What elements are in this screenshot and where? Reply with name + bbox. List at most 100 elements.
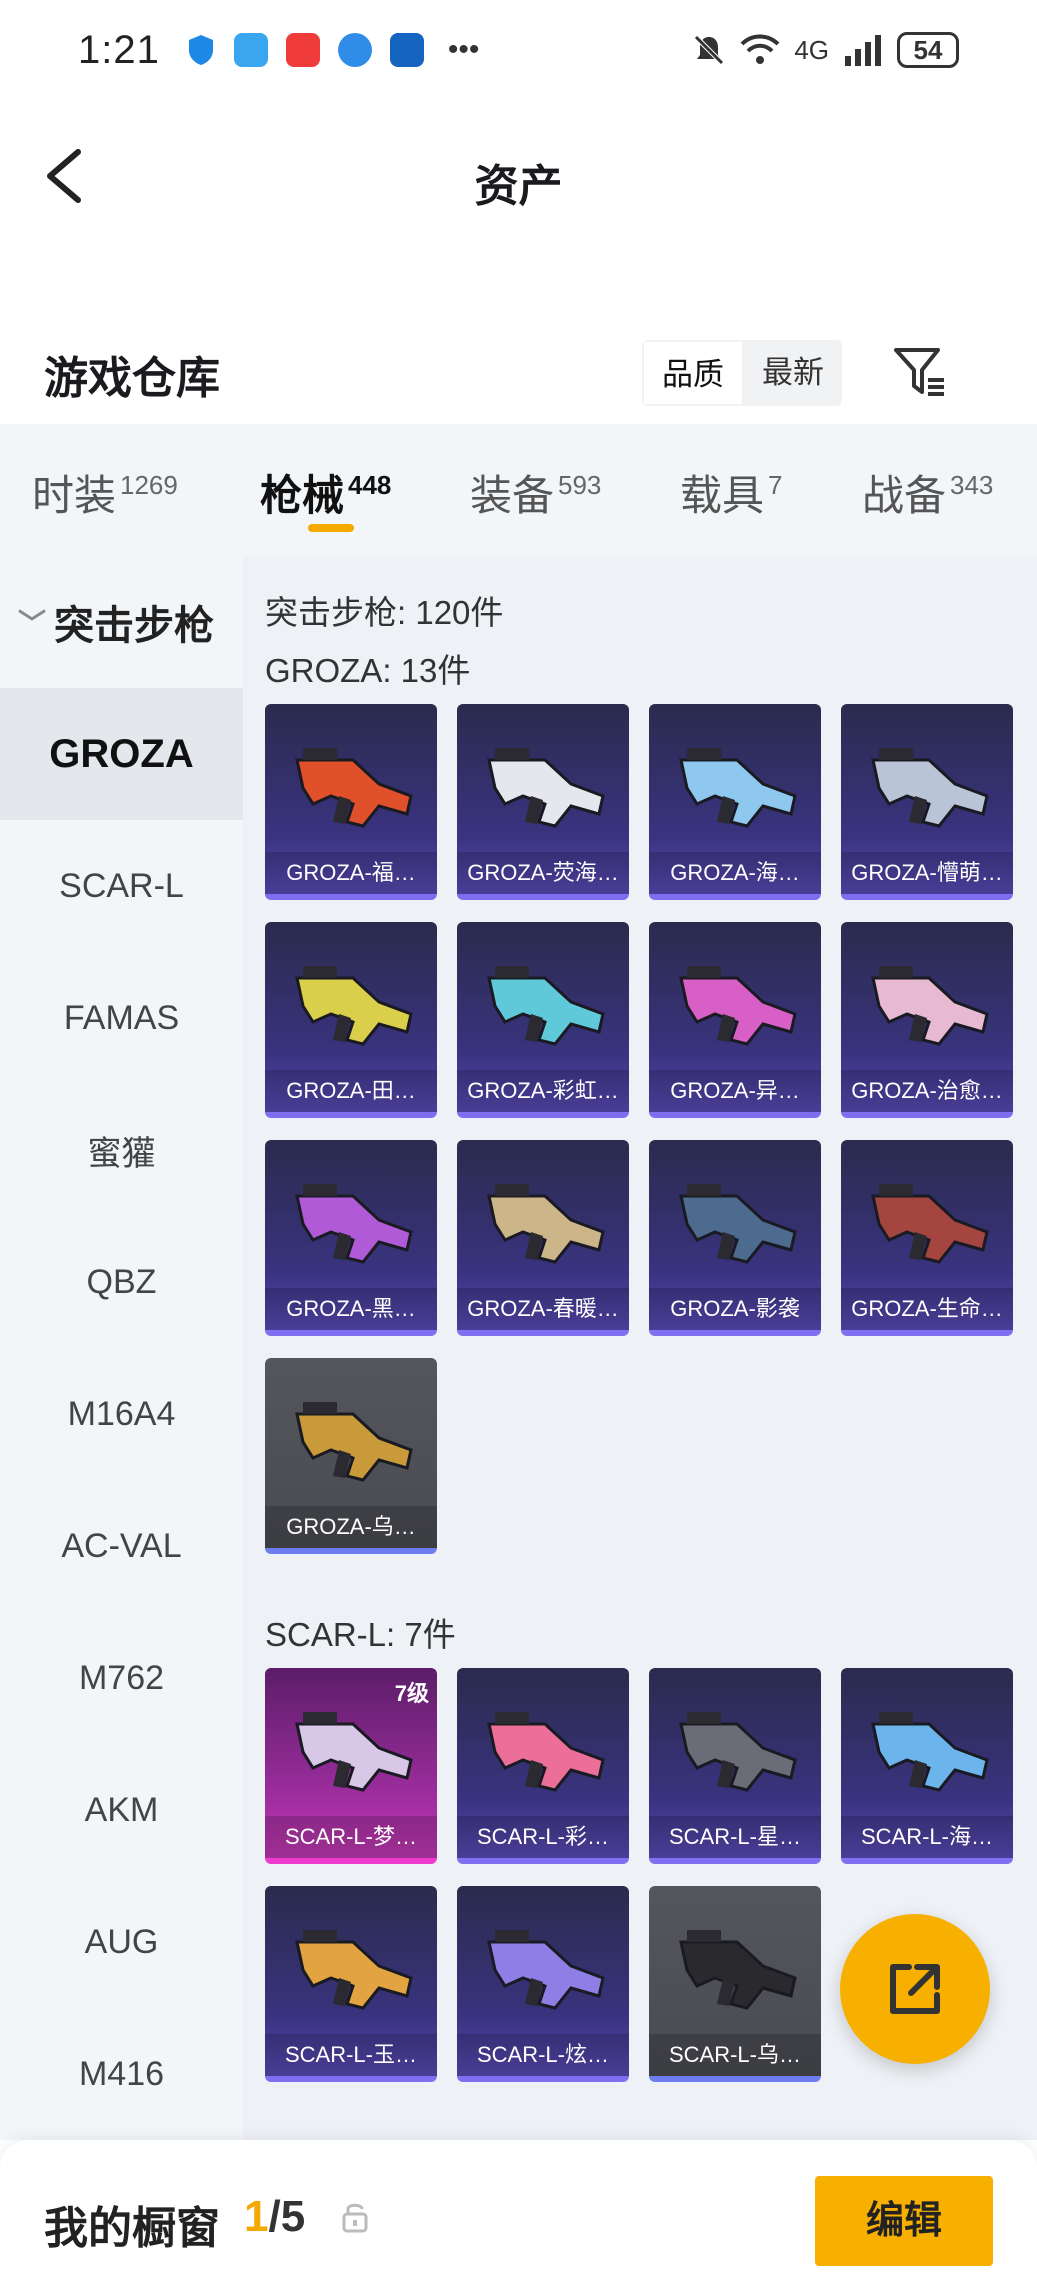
- skin-name: SCAR-L-海…: [841, 1816, 1013, 1858]
- sidebar-item[interactable]: M762: [0, 1612, 243, 1744]
- weapon-sidebar: ﹀ 突击步枪 GROZA SCAR-L FAMAS 蜜獾 QBZ M16A4 AC-VAL M…: [0, 556, 243, 2140]
- skin-card[interactable]: GROZA-彩虹…: [457, 922, 629, 1118]
- skin-card[interactable]: GROZA-懵萌…: [841, 704, 1013, 900]
- gun-skin-image: [487, 1184, 605, 1264]
- skin-name: SCAR-L-彩…: [457, 1816, 629, 1858]
- sidebar-list: GROZA SCAR-L FAMAS 蜜獾 QBZ M16A4 AC-VAL M762 AKM A…: [0, 688, 243, 2140]
- share-fab-button[interactable]: [840, 1914, 990, 2064]
- skin-name: GROZA-荧海…: [457, 852, 629, 894]
- sidebar-item[interactable]: QBZ: [0, 1216, 243, 1348]
- gun-skin-image: [679, 1712, 797, 1792]
- sidebar-item[interactable]: GROZA: [0, 688, 243, 820]
- gun-skin-image: [679, 966, 797, 1046]
- skin-card[interactable]: SCAR-L-海…: [841, 1668, 1013, 1864]
- chevron-down-icon: ﹀: [18, 608, 47, 639]
- skin-card[interactable]: GROZA-福…: [265, 704, 437, 900]
- gun-skin-image: [295, 748, 413, 828]
- mute-bell-icon: [694, 35, 725, 65]
- skin-card[interactable]: SCAR-L-彩…: [457, 1668, 629, 1864]
- app-icon-red: [285, 33, 320, 67]
- sidebar-category-label: 突击步枪: [54, 604, 215, 648]
- page-title: 资产: [474, 162, 563, 211]
- category-summary: 突击步枪: 120件: [265, 594, 504, 631]
- showcase-count-total: /5: [268, 2192, 306, 2241]
- filter-icon[interactable]: [890, 342, 950, 402]
- sidebar-item[interactable]: AUG: [0, 1876, 243, 2008]
- app-icon-blue: [233, 33, 268, 67]
- tab-guns[interactable]: 枪械 448: [260, 462, 391, 523]
- gun-skin-image: [295, 966, 413, 1046]
- skin-name: GROZA-春暖…: [457, 1288, 629, 1330]
- status-bar: 1:21 ••• 4G 54: [0, 0, 1037, 100]
- active-tab-indicator: [308, 524, 354, 532]
- gun-skin-image: [871, 1184, 989, 1264]
- sidebar-item[interactable]: AC-VAL: [0, 1480, 243, 1612]
- skin-name: GROZA-生命…: [841, 1288, 1013, 1330]
- gun-skin-image: [487, 966, 605, 1046]
- skin-name: GROZA-影袭: [649, 1288, 821, 1330]
- gun-skin-image: [295, 1930, 413, 2010]
- skin-card[interactable]: GROZA-海…: [649, 704, 821, 900]
- status-time: 1:21: [78, 27, 160, 72]
- sidebar-item[interactable]: FAMAS: [0, 952, 243, 1084]
- edit-button[interactable]: 编辑: [815, 2176, 993, 2266]
- battery-icon: 54: [897, 32, 959, 68]
- sidebar-item[interactable]: AKM: [0, 1744, 243, 1876]
- skin-name: SCAR-L-梦…: [265, 1816, 437, 1858]
- sort-quality-button[interactable]: 品质: [642, 340, 744, 406]
- sidebar-item[interactable]: SCAR-L: [0, 820, 243, 952]
- signal-icon: [845, 35, 881, 66]
- gun-skin-image: [679, 1184, 797, 1264]
- skin-name: GROZA-福…: [265, 852, 437, 894]
- skin-name: GROZA-懵萌…: [841, 852, 1013, 894]
- skin-name: GROZA-异…: [649, 1070, 821, 1112]
- tab-equipment[interactable]: 装备 593: [470, 462, 601, 523]
- skin-card[interactable]: GROZA-乌…: [265, 1358, 437, 1554]
- warehouse-header: 游戏仓库 品质 最新: [0, 320, 1037, 420]
- skin-card[interactable]: 7级 SCAR-L-梦…: [265, 1668, 437, 1864]
- skin-card[interactable]: SCAR-L-炫…: [457, 1886, 629, 2082]
- sort-latest-button[interactable]: 最新: [744, 340, 842, 406]
- notification-icons: •••: [186, 33, 480, 67]
- gun-skin-image: [487, 1712, 605, 1792]
- sidebar-item[interactable]: M416: [0, 2008, 243, 2140]
- warehouse-title: 游戏仓库: [44, 354, 220, 403]
- skin-card[interactable]: SCAR-L-星…: [649, 1668, 821, 1864]
- sort-toggle: 品质 最新: [642, 340, 842, 406]
- top-header: 资产: [0, 130, 1037, 220]
- group-title: GROZA: 13件: [265, 652, 471, 689]
- gun-skin-image: [487, 748, 605, 828]
- sidebar-item[interactable]: M16A4: [0, 1348, 243, 1480]
- skin-card[interactable]: GROZA-田…: [265, 922, 437, 1118]
- skin-card[interactable]: GROZA-荧海…: [457, 704, 629, 900]
- more-notifications-icon: •••: [447, 33, 480, 66]
- skin-name: GROZA-乌…: [265, 1506, 437, 1548]
- skin-name: GROZA-黑…: [265, 1288, 437, 1330]
- wifi-icon: [740, 34, 780, 64]
- app-icon-globe: [337, 33, 372, 67]
- skin-card[interactable]: GROZA-治愈…: [841, 922, 1013, 1118]
- category-tabs: 时装 1269 枪械 448 装备 593 载具 7 战备 343: [0, 424, 1037, 556]
- tab-supplies[interactable]: 战备 343: [862, 462, 993, 523]
- app-icon-bulb: [389, 33, 424, 67]
- skin-name: GROZA-治愈…: [841, 1070, 1013, 1112]
- sidebar-category[interactable]: ﹀ 突击步枪: [0, 556, 243, 688]
- skin-card[interactable]: GROZA-生命…: [841, 1140, 1013, 1336]
- tab-vehicles[interactable]: 载具 7: [680, 462, 782, 523]
- gun-skin-image: [871, 966, 989, 1046]
- skin-name: SCAR-L-炫…: [457, 2034, 629, 2076]
- skin-card[interactable]: GROZA-异…: [649, 922, 821, 1118]
- showcase-bar: 我的橱窗 1/5 编辑: [0, 2140, 1037, 2295]
- sidebar-item[interactable]: 蜜獾: [0, 1084, 243, 1216]
- skin-card[interactable]: SCAR-L-乌…: [649, 1886, 821, 2082]
- tab-fashion[interactable]: 时装 1269: [32, 462, 178, 523]
- showcase-count: 1/5: [244, 2192, 305, 2242]
- status-right: 4G 54: [692, 32, 959, 68]
- gun-skin-image: [487, 1930, 605, 2010]
- skin-card[interactable]: GROZA-黑…: [265, 1140, 437, 1336]
- showcase-label: 我的橱窗: [44, 2204, 220, 2253]
- skin-card[interactable]: GROZA-影袭: [649, 1140, 821, 1336]
- network-type: 4G: [794, 34, 829, 65]
- skin-card[interactable]: GROZA-春暖…: [457, 1140, 629, 1336]
- skin-card[interactable]: SCAR-L-玉…: [265, 1886, 437, 2082]
